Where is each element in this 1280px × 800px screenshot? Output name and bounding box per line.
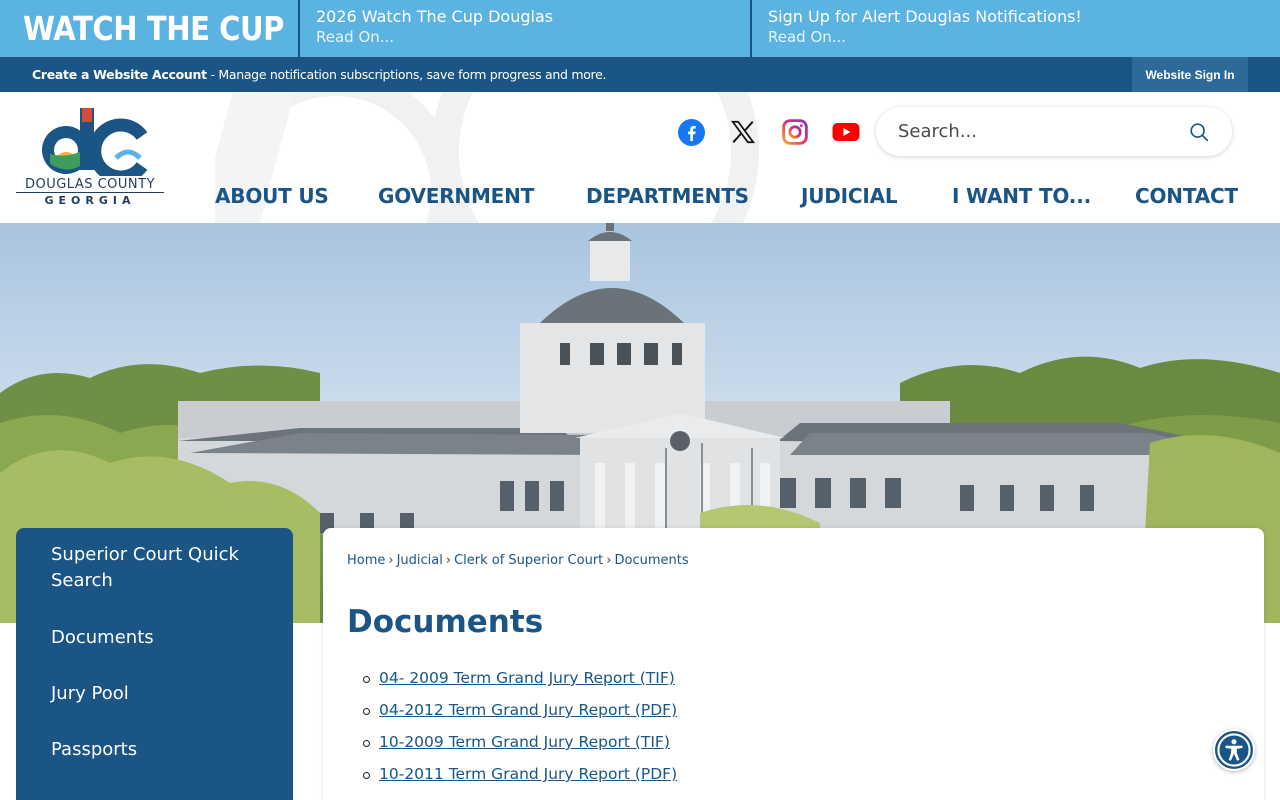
alert-brand-text: WATCH THE CUP <box>23 9 285 48</box>
breadcrumb: Home › Judicial › Clerk of Superior Court › Do… <box>347 553 689 568</box>
youtube-link[interactable] <box>832 118 860 146</box>
logo-state-name: GEORGIA <box>44 194 136 207</box>
logo-divider <box>16 192 164 193</box>
nav-judicial[interactable]: JUDICIAL <box>801 184 898 208</box>
search-icon[interactable] <box>1188 121 1210 143</box>
sidenav-item-documents[interactable]: Documents <box>51 625 271 651</box>
alert-title[interactable]: Sign Up for Alert Douglas Notifications! <box>768 7 1280 27</box>
facebook-icon <box>677 118 705 146</box>
accessibility-button[interactable] <box>1213 729 1255 771</box>
list-item: 04-2012 Term Grand Jury Report (PDF) <box>363 701 677 733</box>
nav-i-want-to[interactable]: I WANT TO... <box>952 184 1091 208</box>
watch-the-cup-banner[interactable]: WATCH THE CUP <box>0 0 300 57</box>
document-link[interactable]: 04-2012 Term Grand Jury Report (PDF) <box>379 701 677 719</box>
search-input[interactable] <box>898 119 1178 144</box>
breadcrumb-documents[interactable]: Documents <box>614 553 688 568</box>
alert-title[interactable]: 2026 Watch The Cup Douglas <box>316 7 750 27</box>
alert-item-watch-cup[interactable]: 2026 Watch The Cup Douglas Read On... <box>300 0 752 57</box>
nav-about-us[interactable]: ABOUT US <box>215 184 329 208</box>
content-card: Home › Judicial › Clerk of Superior Court › Do… <box>323 528 1264 800</box>
document-list: 04- 2009 Term Grand Jury Report (TIF) 04… <box>363 669 677 797</box>
list-item: 04- 2009 Term Grand Jury Report (TIF) <box>363 669 677 701</box>
logo-county-name: DOUGLAS COUNTY <box>24 177 156 192</box>
dc-logo-mark <box>42 108 148 184</box>
breadcrumb-judicial[interactable]: Judicial <box>397 553 443 568</box>
sidenav-item-passports[interactable]: Passports <box>51 737 271 763</box>
create-account-link[interactable]: Create a Website Account <box>32 67 207 82</box>
website-sign-in-button[interactable]: Website Sign In <box>1132 57 1248 92</box>
page-title: Documents <box>347 604 544 640</box>
instagram-icon <box>782 119 808 145</box>
breadcrumb-separator: › <box>388 553 394 568</box>
nav-contact[interactable]: CONTACT <box>1135 184 1238 208</box>
site-header: DOUGLAS COUNTY GEORGIA Search... ABOUT U… <box>0 92 1280 223</box>
nav-departments[interactable]: DEPARTMENTS <box>586 184 749 208</box>
alert-bar: WATCH THE CUP 2026 Watch The Cup Douglas… <box>0 0 1280 57</box>
breadcrumb-separator: › <box>606 553 612 568</box>
create-account-message: Create a Website Account - Manage notifi… <box>0 67 606 82</box>
account-bar: Create a Website Account - Manage notifi… <box>0 57 1280 92</box>
alert-read-on-link[interactable]: Read On... <box>316 27 750 47</box>
list-item: 10-2009 Term Grand Jury Report (TIF) <box>363 733 677 765</box>
document-link[interactable]: 10-2011 Term Grand Jury Report (PDF) <box>379 765 677 783</box>
douglas-county-logo[interactable]: DOUGLAS COUNTY GEORGIA <box>14 106 166 210</box>
youtube-icon <box>832 123 860 141</box>
facebook-link[interactable] <box>677 118 705 146</box>
breadcrumb-clerk-of-superior-court[interactable]: Clerk of Superior Court <box>454 553 603 568</box>
instagram-link[interactable] <box>781 118 809 146</box>
x-link[interactable] <box>729 118 757 146</box>
document-link[interactable]: 10-2009 Term Grand Jury Report (TIF) <box>379 733 670 751</box>
accessibility-icon <box>1217 733 1251 767</box>
alert-item-alert-douglas[interactable]: Sign Up for Alert Douglas Notifications!… <box>752 0 1280 57</box>
create-account-description: - Manage notification subscriptions, sav… <box>206 67 607 82</box>
sidenav-item-jury-pool[interactable]: Jury Pool <box>51 681 271 707</box>
nav-government[interactable]: GOVERNMENT <box>378 184 534 208</box>
document-link[interactable]: 04- 2009 Term Grand Jury Report (TIF) <box>379 669 675 687</box>
list-item: 10-2011 Term Grand Jury Report (PDF) <box>363 765 677 797</box>
breadcrumb-home[interactable]: Home <box>347 553 385 568</box>
search-box <box>876 107 1232 156</box>
sidenav-item-superior-court-quick-search[interactable]: Superior Court Quick Search <box>51 542 271 594</box>
alert-read-on-link[interactable]: Read On... <box>768 27 1280 47</box>
breadcrumb-separator: › <box>445 553 452 568</box>
x-icon <box>730 120 756 144</box>
side-navigation: Superior Court Quick Search Documents Ju… <box>16 528 293 800</box>
